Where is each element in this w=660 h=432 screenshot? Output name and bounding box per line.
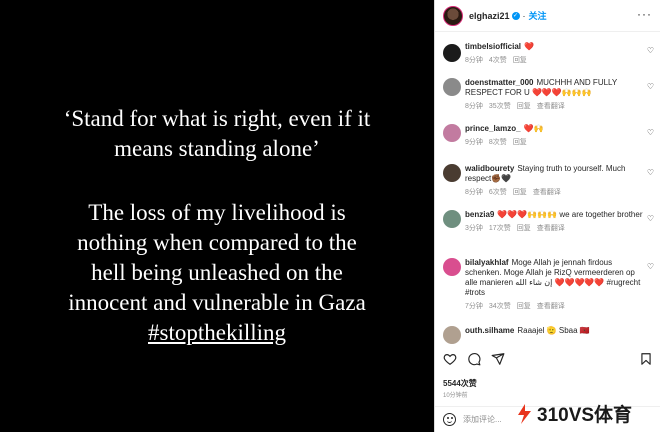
comment-content: ❤️🙌 <box>523 124 544 133</box>
comment-time: 3分钟 <box>465 225 483 232</box>
verified-icon: ✓ <box>511 11 520 20</box>
post-header: elghazi21 ✓ · 关注 ··· <box>435 0 660 32</box>
author-username[interactable]: elghazi21 <box>469 11 510 21</box>
comment-text: walidbourety Staying truth to yourself. M… <box>465 164 643 184</box>
reply-button[interactable]: 回复 <box>517 303 531 310</box>
commenter-username[interactable]: timbelsiofficial <box>465 42 521 51</box>
comment-text: benzia9 ❤️❤️❤️🙌🙌🙌 we are together brother <box>465 210 643 220</box>
comment-time: 8分钟 <box>465 189 483 196</box>
comment-item: bilalyakhlaf Moge Allah je jennah firdous… <box>435 258 660 322</box>
commenter-username[interactable]: outh.silhame <box>465 326 514 335</box>
commenter-avatar[interactable] <box>443 124 461 142</box>
post-sidebar: elghazi21 ✓ · 关注 ··· timbelsiofficial ❤️ … <box>434 0 660 432</box>
comment-item: doenstmatter_000 MUCHHH AND FULLY RESPECT… <box>435 78 660 124</box>
comment-meta: 8分钟 6次赞 回复 查看翻译 <box>465 187 643 197</box>
more-dots-icon[interactable]: ··· <box>637 8 652 20</box>
post-hashtag: #stopthekilling <box>148 320 286 345</box>
like-comment-icon[interactable]: ♡ <box>647 168 654 177</box>
commenter-avatar[interactable] <box>443 210 461 228</box>
comment-text: bilalyakhlaf Moge Allah je jennah firdous… <box>465 258 643 298</box>
watermark: 310VS体育 <box>514 400 632 427</box>
quote-line: means standing alone’ <box>114 136 320 161</box>
like-comment-icon[interactable]: ♡ <box>647 46 654 55</box>
watermark-text: 310VS体育 <box>537 405 633 426</box>
like-comment-icon[interactable]: ♡ <box>647 82 654 91</box>
comment-list[interactable]: timbelsiofficial ❤️ 8分钟 4次赞 回复 ♡ doenstmatt… <box>435 42 660 344</box>
comment-item: benzia9 ❤️❤️❤️🙌🙌🙌 we are together brother… <box>435 210 660 254</box>
comment-content: ❤️❤️❤️🙌🙌🙌 we are together brother <box>497 210 643 219</box>
reply-button[interactable]: 回复 <box>513 57 527 64</box>
comment-content: ❤️ <box>524 42 534 51</box>
bookmark-icon[interactable] <box>639 352 653 366</box>
comment-item: prince_lamzo_ ❤️🙌 9分钟 8次赞 回复 ♡ <box>435 124 660 152</box>
commenter-avatar[interactable] <box>443 258 461 276</box>
comment-text: outh.silhame Raaajel 🫡 Sbaa 🇲🇦 <box>465 326 643 336</box>
watermark-logo-icon <box>518 403 531 424</box>
comment-item: timbelsiofficial ❤️ 8分钟 4次赞 回复 ♡ <box>435 42 660 66</box>
translate-button[interactable]: 查看翻译 <box>537 225 565 232</box>
translate-button[interactable]: 查看翻译 <box>533 189 561 196</box>
commenter-username[interactable]: prince_lamzo_ <box>465 124 521 133</box>
reply-button[interactable]: 回复 <box>517 103 531 110</box>
body-line: hell being unleashed on the <box>91 260 343 285</box>
comment-meta: 8分钟 35次赞 回复 查看翻译 <box>465 101 643 111</box>
comment-item: walidbourety Staying truth to yourself. M… <box>435 164 660 210</box>
post-image: ‘Stand for what is right, even if it mea… <box>0 0 434 432</box>
commenter-username[interactable]: benzia9 <box>465 210 494 219</box>
comment-likes: 6次赞 <box>488 189 507 196</box>
post-actions <box>443 352 653 370</box>
comment-time: 7分钟 <box>465 303 483 310</box>
comment-icon[interactable] <box>467 352 481 366</box>
like-comment-icon[interactable]: ♡ <box>647 128 654 137</box>
reply-button[interactable]: 回复 <box>513 139 527 146</box>
commenter-avatar[interactable] <box>443 78 461 96</box>
likes-count[interactable]: 5544次赞 <box>443 378 477 389</box>
commenter-avatar[interactable] <box>443 326 461 344</box>
comment-likes: 34次赞 <box>488 303 511 310</box>
translate-button[interactable]: 查看翻译 <box>537 103 565 110</box>
follow-button[interactable]: 关注 <box>529 9 547 22</box>
comment-content: Raaajel 🫡 Sbaa 🇲🇦 <box>517 326 590 335</box>
body-line: nothing when compared to the <box>77 230 357 255</box>
comment-meta: 7分钟 34次赞 回复 查看翻译 <box>465 301 643 311</box>
commenter-username[interactable]: doenstmatter_000 <box>465 78 533 87</box>
reply-button[interactable]: 回复 <box>517 225 531 232</box>
comment-time: 8分钟 <box>465 103 483 110</box>
comment-likes: 35次赞 <box>488 103 511 110</box>
commenter-username[interactable]: bilalyakhlaf <box>465 258 509 267</box>
separator-dot: · <box>522 10 526 21</box>
comment-text: prince_lamzo_ ❤️🙌 <box>465 124 643 134</box>
quote-line: ‘Stand for what is right, even if it <box>63 106 371 131</box>
translate-button[interactable]: 查看翻译 <box>537 303 565 310</box>
commenter-avatar[interactable] <box>443 164 461 182</box>
body-line: innocent and vulnerable in Gaza <box>68 290 366 315</box>
comment-time: 9分钟 <box>465 139 483 146</box>
author-avatar[interactable] <box>443 5 463 26</box>
comment-meta: 8分钟 4次赞 回复 <box>465 55 643 65</box>
reply-button[interactable]: 回复 <box>513 189 527 196</box>
comment-time: 8分钟 <box>465 57 483 64</box>
comment-meta: 9分钟 8次赞 回复 <box>465 137 643 147</box>
emoji-icon[interactable] <box>443 413 456 426</box>
commenter-username[interactable]: walidbourety <box>465 164 514 173</box>
post-time: 10分钟前 <box>443 393 468 399</box>
comment-likes: 4次赞 <box>488 57 507 64</box>
comment-item: outh.silhame Raaajel 🫡 Sbaa 🇲🇦 <box>435 326 660 344</box>
heart-icon[interactable] <box>443 352 457 366</box>
comment-text: timbelsiofficial ❤️ <box>465 42 643 52</box>
commenter-avatar[interactable] <box>443 44 461 62</box>
comment-likes: 8次赞 <box>488 139 507 146</box>
post-body: The loss of my livelihood is nothing whe… <box>0 198 434 348</box>
comment-likes: 17次赞 <box>488 225 511 232</box>
share-icon[interactable] <box>491 352 505 366</box>
post-quote: ‘Stand for what is right, even if it mea… <box>0 104 434 164</box>
like-comment-icon[interactable]: ♡ <box>647 262 654 271</box>
comment-meta: 3分钟 17次赞 回复 查看翻译 <box>465 223 643 233</box>
body-line: The loss of my livelihood is <box>88 200 346 225</box>
comment-text: doenstmatter_000 MUCHHH AND FULLY RESPECT… <box>465 78 643 98</box>
like-comment-icon[interactable]: ♡ <box>647 214 654 223</box>
